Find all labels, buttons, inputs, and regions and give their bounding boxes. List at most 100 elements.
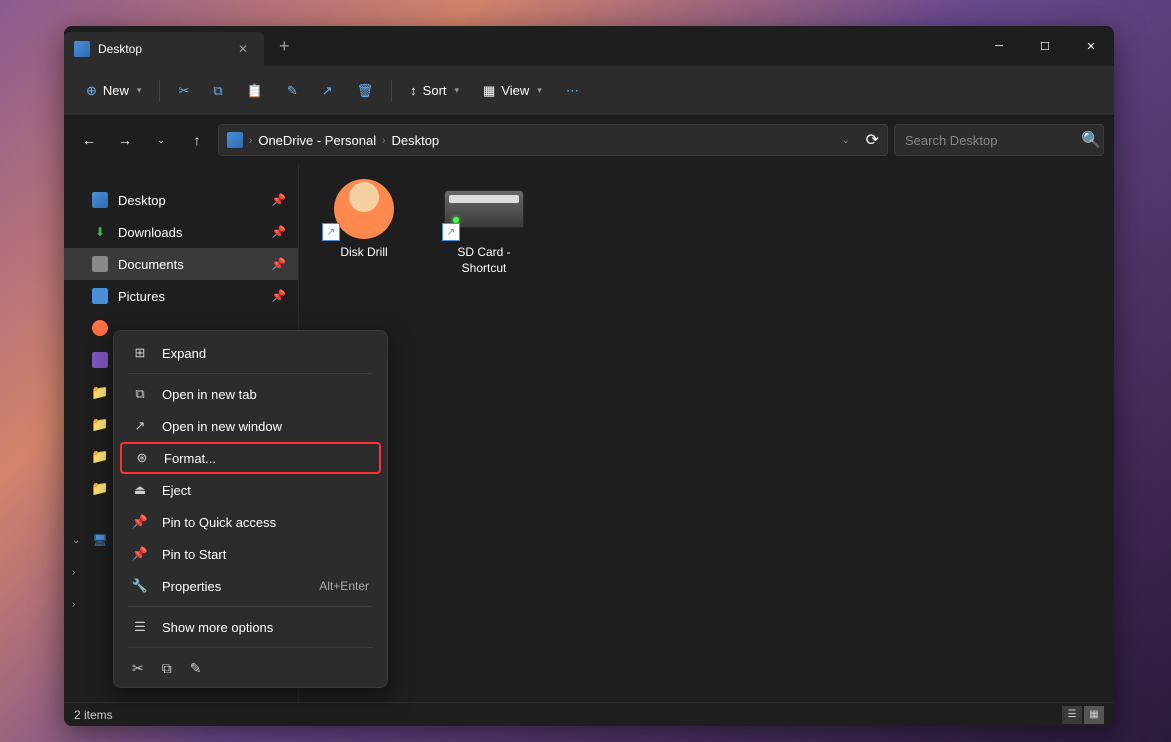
chevron-right-icon: › [249,135,252,146]
pin-icon: 📌 [132,546,148,562]
ctx-eject[interactable]: ⏏ Eject [120,474,381,506]
more-icon: ⋯ [566,83,579,99]
folder-icon: 📁 [92,384,108,400]
sidebar-item-pictures[interactable]: Pictures 📌 [64,280,298,312]
separator [128,373,373,374]
context-menu: ⊞ Expand ⧉ Open in new tab ↗ Open in new… [113,330,388,688]
cut-icon: ✂ [178,83,189,99]
navbar: ← → ⌄ ↑ › OneDrive - Personal › Desktop … [64,116,1114,164]
maximize-button[interactable]: ☐ [1022,26,1068,66]
status-bar: 2 items ☰ ▦ [64,702,1114,726]
chevron-down-icon: ▾ [137,85,142,96]
folder-icon: 📁 [92,480,108,496]
new-button[interactable]: ⊕ New ▾ [76,77,151,105]
ctx-pin-quick-access[interactable]: 📌 Pin to Quick access [120,506,381,538]
copy-button[interactable]: ⧉ [203,77,232,105]
search-icon: 🔍 [1081,130,1101,150]
file-grid: ↗ Disk Drill ↗ SD Card - Shortcut [319,176,1094,276]
download-icon: ⬇ [92,224,108,240]
window-controls: ─ ☐ ✕ [976,26,1114,66]
music-icon [92,320,108,336]
tab-desktop[interactable]: Desktop ✕ [64,32,264,66]
cut-icon[interactable]: ✂ [132,660,144,677]
rename-icon[interactable]: ✎ [190,660,202,677]
toolbar: ⊕ New ▾ ✂ ⧉ 📋 ✎ ↗ 🗑 ↕ Sort ▾ ▦ View ▾ ⋯ [64,66,1114,116]
rename-button[interactable]: ✎ [277,77,308,105]
copy-icon[interactable]: ⧉ [162,660,172,677]
paste-button[interactable]: 📋 [237,77,273,105]
new-tab-button[interactable]: + [279,36,290,57]
ctx-open-new-window[interactable]: ↗ Open in new window [120,410,381,442]
location-icon [227,132,243,148]
recent-button[interactable]: ⌄ [146,125,176,155]
view-button[interactable]: ▦ View ▾ [473,77,552,105]
sidebar-item-downloads[interactable]: ⬇ Downloads 📌 [64,216,298,248]
sidebar-item-documents[interactable]: Documents 📌 [64,248,298,280]
chevron-down-icon[interactable]: ⌄ [72,535,80,546]
main-pane[interactable]: ↗ Disk Drill ↗ SD Card - Shortcut [299,164,1114,702]
breadcrumb-part[interactable]: OneDrive - Personal [258,133,376,148]
rename-icon: ✎ [287,83,298,99]
folder-icon: 📁 [92,416,108,432]
separator [128,606,373,607]
more-button[interactable]: ⋯ [556,77,589,105]
up-button[interactable]: ↑ [182,125,212,155]
view-toggle: ☰ ▦ [1062,706,1104,724]
chevron-right-icon[interactable]: › [72,567,75,578]
expand-icon: ⊞ [132,345,148,361]
tab-title: Desktop [98,42,226,56]
icons-view-button[interactable]: ▦ [1084,706,1104,724]
search-box[interactable]: 🔍 [894,124,1104,156]
close-button[interactable]: ✕ [1068,26,1114,66]
details-view-button[interactable]: ☰ [1062,706,1082,724]
chevron-right-icon[interactable]: › [72,599,75,610]
back-button[interactable]: ← [74,125,104,155]
properties-icon: 🔧 [132,578,148,594]
format-icon: ⊛ [134,450,150,466]
breadcrumb-part[interactable]: Desktop [391,133,439,148]
pin-icon: 📌 [271,193,286,207]
search-input[interactable] [905,133,1081,148]
tab-icon: ⧉ [132,386,148,402]
titlebar: Desktop ✕ + ─ ☐ ✕ [64,26,1114,66]
trash-icon: 🗑 [357,83,374,99]
video-icon [92,352,108,368]
pin-icon: 📌 [271,257,286,271]
shortcut-arrow-icon: ↗ [442,223,460,241]
delete-button[interactable]: 🗑 [347,77,384,105]
chevron-down-icon: ▾ [537,85,542,96]
forward-button[interactable]: → [110,125,140,155]
ctx-open-new-tab[interactable]: ⧉ Open in new tab [120,378,381,410]
drive-icon: ↗ [442,176,526,241]
chevron-down-icon: ▾ [455,85,460,96]
chevron-down-icon[interactable]: ⌄ [832,135,850,146]
shortcut-arrow-icon: ↗ [322,223,340,241]
refresh-button[interactable]: ⟳ [866,130,879,150]
separator [391,80,392,102]
item-count: 2 items [74,708,113,722]
context-menu-actions: ✂ ⧉ ✎ [120,652,381,681]
ctx-show-more[interactable]: ☰ Show more options [120,611,381,643]
copy-icon: ⧉ [213,83,222,99]
separator [159,80,160,102]
ctx-format[interactable]: ⊛ Format... [120,442,381,474]
document-icon [92,256,108,272]
chevron-right-icon: › [382,135,385,146]
file-item-diskdrill[interactable]: ↗ Disk Drill [319,176,409,276]
pc-icon: 🖥 [92,532,108,548]
share-icon: ↗ [322,83,333,99]
ctx-expand[interactable]: ⊞ Expand [120,337,381,369]
share-button[interactable]: ↗ [312,77,343,105]
sort-icon: ↕ [410,83,417,98]
address-bar[interactable]: › OneDrive - Personal › Desktop ⌄ ⟳ [218,124,888,156]
pictures-icon [92,288,108,304]
minimize-button[interactable]: ─ [976,26,1022,66]
sort-button[interactable]: ↕ Sort ▾ [400,77,469,104]
ctx-pin-start[interactable]: 📌 Pin to Start [120,538,381,570]
pin-icon: 📌 [271,289,286,303]
file-item-sdcard[interactable]: ↗ SD Card - Shortcut [439,176,529,276]
cut-button[interactable]: ✂ [168,77,199,105]
close-tab-button[interactable]: ✕ [234,40,252,58]
ctx-properties[interactable]: 🔧 Properties Alt+Enter [120,570,381,602]
sidebar-item-desktop[interactable]: Desktop 📌 [64,184,298,216]
